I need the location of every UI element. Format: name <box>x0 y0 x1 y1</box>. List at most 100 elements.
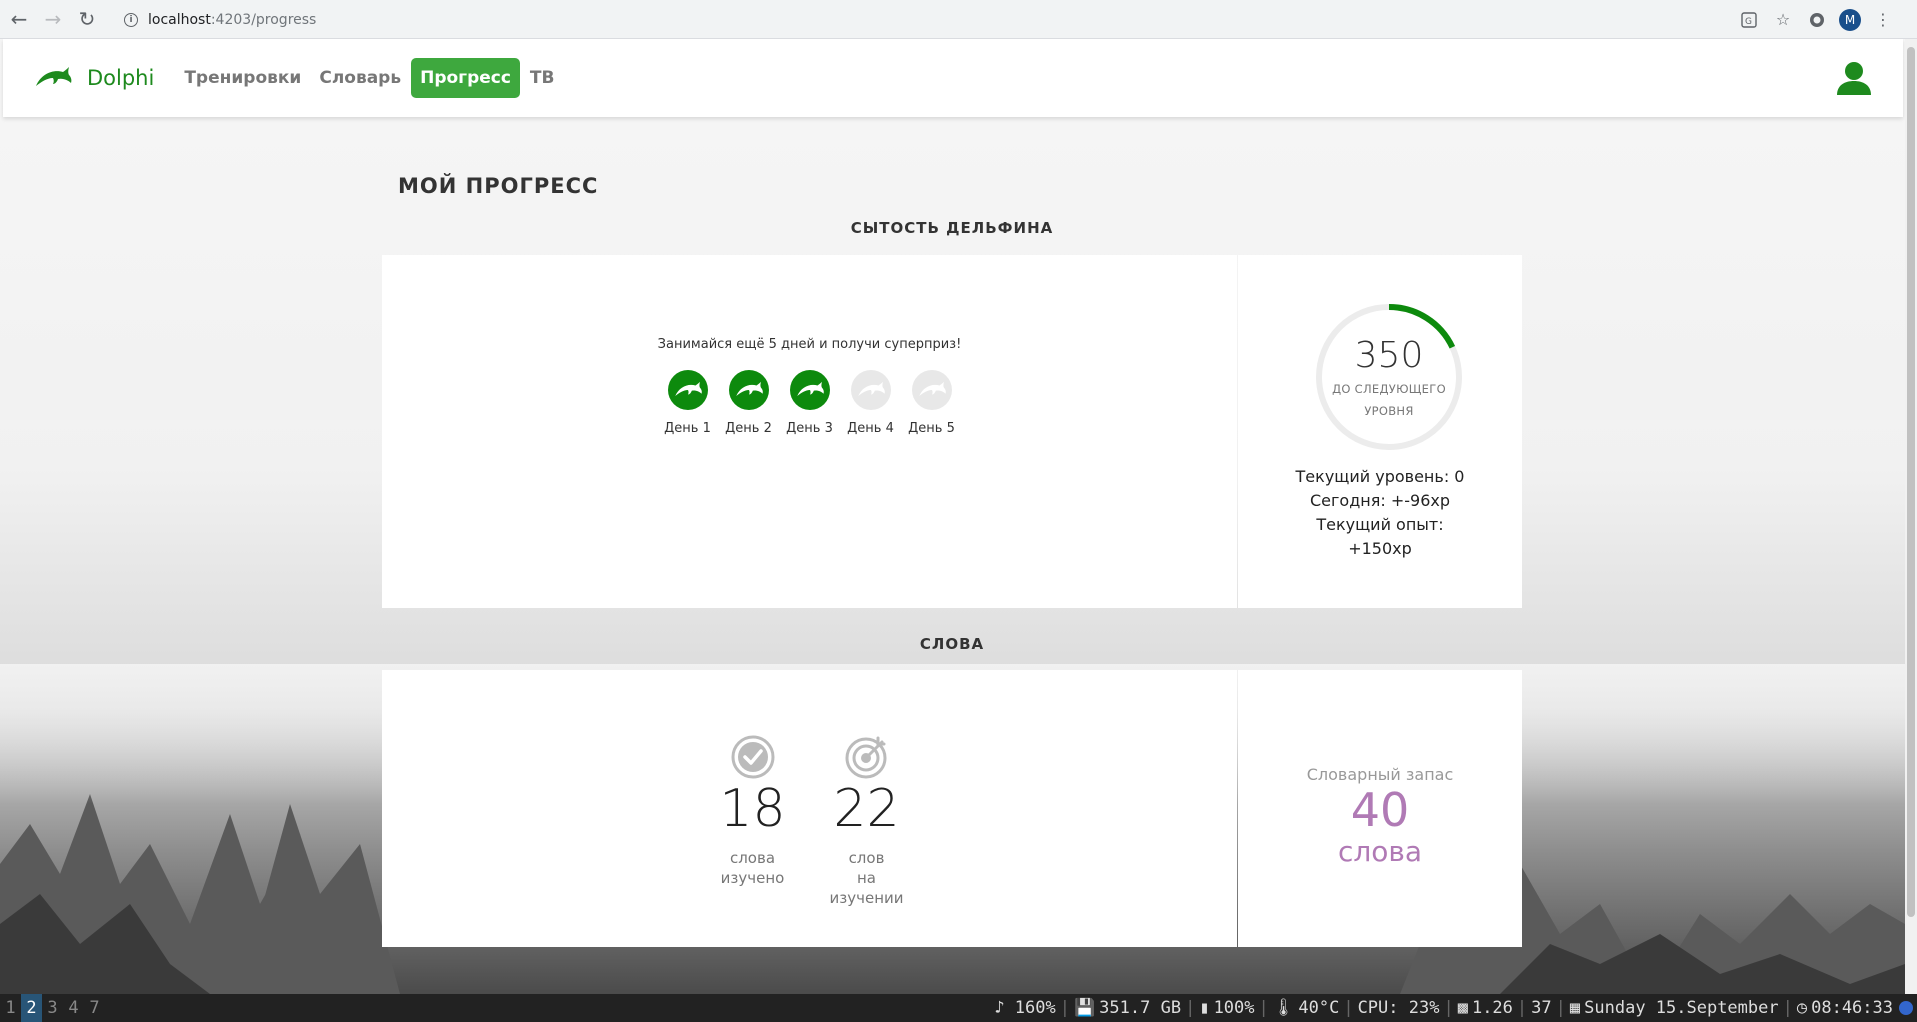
current-level: Текущий уровень: 0 <box>1295 467 1465 486</box>
workspace-button[interactable]: 3 <box>42 994 63 1022</box>
streak-day-label: День 4 <box>847 421 894 436</box>
menu-item-tv[interactable]: ТВ <box>522 58 563 98</box>
date-status: Sunday 15.September <box>1584 998 1779 1018</box>
tray-app-icon[interactable] <box>1899 1001 1913 1015</box>
clock-icon: ◷ <box>1796 998 1808 1018</box>
word-stats-card: 18 слова изучено 22 слов на изучении <box>382 670 1237 947</box>
calendar-icon: ▦ <box>1569 998 1581 1018</box>
system-taskbar: 12347 ♪ 160% | 💾 351.7 GB | ▮ 100% | 🌡 40°C… <box>0 994 1917 1022</box>
streak-day-label: День 1 <box>664 421 711 436</box>
vocabulary-card: Словарный запас 40 слова <box>1238 670 1522 947</box>
url-host: localhost <box>148 11 211 28</box>
menu-item-progress[interactable]: Прогресс <box>411 58 520 98</box>
time-status: 08:46:33 <box>1811 998 1893 1018</box>
dolphin-day-pending-icon <box>911 370 952 410</box>
workspace-switcher: 12347 <box>0 994 105 1022</box>
disk-icon: 💾 <box>1074 998 1096 1018</box>
svg-text:G: G <box>1745 17 1752 27</box>
address-bar[interactable]: i localhost:4203/progress <box>112 4 1752 35</box>
satiety-panel: Занимайся ещё 5 дней и получи суперприз!… <box>382 255 1522 608</box>
words-learning-caption: слов на изучении <box>822 848 912 908</box>
ring-caption-line2: УРОВНЯ <box>1364 403 1414 418</box>
dolphin-logo-icon <box>36 67 72 86</box>
words-learning-caption-line1: слов <box>848 849 885 867</box>
workspace-button[interactable]: 2 <box>21 994 42 1022</box>
words-panel: 18 слова изучено 22 слов на изучении Сло… <box>382 670 1522 947</box>
ring-caption-line1: ДО СЛЕДУЮЩЕГО <box>1332 381 1446 396</box>
level-card: 350 ДО СЛЕДУЮЩЕГО УРОВНЯ Текущий уровень… <box>1238 255 1522 608</box>
dolphin-day-complete-icon <box>667 370 708 410</box>
words-section-title: СЛОВА <box>919 635 985 653</box>
volume-status: ♪ 160% <box>994 998 1056 1018</box>
words-learned-stat: 18 слова изучено <box>708 734 798 908</box>
url-path: :4203/progress <box>210 11 317 28</box>
load-status: 1.26 <box>1471 998 1513 1018</box>
page-viewport: Dolphi Тренировки Словарь Прогресс ТВ МО… <box>0 39 1905 994</box>
streak-day: День 1 <box>664 370 711 436</box>
streak-day-label: День 3 <box>786 421 833 436</box>
level-info: Текущий уровень: 0 Сегодня: +-96xp Текущ… <box>1238 465 1522 561</box>
browser-toolbar: ← → ↻ i localhost:4203/progress G ☆ M ⋮ <box>0 0 1917 39</box>
process-count: 37 <box>1531 998 1552 1018</box>
today-xp: Сегодня: +-96xp <box>1310 491 1450 510</box>
browser-profile-avatar[interactable]: M <box>1839 8 1861 31</box>
streak-day-label: День 2 <box>725 421 772 436</box>
streak-day: День 5 <box>908 370 955 436</box>
thermometer-icon: 🌡 <box>1272 998 1295 1018</box>
vocabulary-count: 40 <box>1350 783 1410 837</box>
more-menu-icon[interactable]: ⋮ <box>1871 8 1895 32</box>
info-icon[interactable]: i <box>124 12 138 27</box>
page-title: МОЙ ПРОГРЕСС <box>398 174 599 198</box>
extension-icon[interactable] <box>1805 8 1829 32</box>
words-learning-count: 22 <box>833 779 900 839</box>
disk-status: 351.7 GB <box>1099 998 1182 1018</box>
streak-day: День 2 <box>725 370 772 436</box>
level-ring: 350 ДО СЛЕДУЮЩЕГО УРОВНЯ <box>1314 302 1464 452</box>
word-stats: 18 слова изучено 22 слов на изучении <box>382 734 1237 908</box>
dolphin-day-complete-icon <box>789 370 830 410</box>
vocabulary-unit: слова <box>1337 835 1423 868</box>
reload-icon[interactable]: ↻ <box>72 4 102 34</box>
brand-name: Dolphi <box>87 66 155 90</box>
main-menu: Тренировки Словарь Прогресс ТВ <box>176 58 562 98</box>
words-learned-caption-line2: изучено <box>720 869 785 887</box>
workspace-button[interactable]: 4 <box>63 994 84 1022</box>
streak-day: День 4 <box>847 370 894 436</box>
words-learning-stat: 22 слов на изучении <box>822 734 912 908</box>
streak-message: Занимайся ещё 5 дней и получи суперприз! <box>657 337 962 352</box>
battery-status: 100% <box>1213 998 1255 1018</box>
workspace-button[interactable]: 1 <box>0 994 21 1022</box>
vocabulary-label: Словарный запас <box>1306 765 1454 784</box>
cpu-status: CPU: 23% <box>1357 998 1440 1018</box>
scrollbar-thumb[interactable] <box>1907 47 1915 917</box>
current-xp-value: +150xp <box>1348 539 1412 558</box>
temperature-status: 40°C <box>1298 998 1340 1018</box>
bookmark-star-icon[interactable]: ☆ <box>1771 8 1795 32</box>
satiety-section-title: СЫТОСТЬ ДЕЛЬФИНА <box>850 219 1054 237</box>
menu-item-trainings[interactable]: Тренировки <box>176 58 309 98</box>
forward-icon[interactable]: → <box>38 4 68 34</box>
battery-icon: ▮ <box>1199 998 1210 1018</box>
menu-item-dictionary[interactable]: Словарь <box>311 58 409 98</box>
dolphin-day-complete-icon <box>728 370 769 410</box>
load-chart-icon: ▩ <box>1457 998 1468 1018</box>
user-profile-icon[interactable] <box>1835 61 1873 95</box>
words-learned-caption-line1: слова <box>729 849 776 867</box>
current-xp-label: Текущий опыт: <box>1316 515 1444 534</box>
target-icon <box>845 736 886 779</box>
app-header: Dolphi Тренировки Словарь Прогресс ТВ <box>3 39 1903 117</box>
points-to-next-level: 350 <box>1354 334 1424 376</box>
checkmark-circle-icon <box>731 735 774 779</box>
dolphin-day-pending-icon <box>850 370 891 410</box>
vocabulary-summary: Словарный запас 40 слова <box>1238 765 1522 868</box>
status-tray: ♪ 160% | 💾 351.7 GB | ▮ 100% | 🌡 40°C | CPU… <box>992 994 1913 1022</box>
workspace-button[interactable]: 7 <box>84 994 105 1022</box>
streak-days: День 1 День 2 День 3 День 4 День 5 <box>382 370 1237 436</box>
words-learned-count: 18 <box>719 779 786 839</box>
back-icon[interactable]: ← <box>4 4 34 34</box>
brand[interactable]: Dolphi <box>33 64 154 92</box>
words-learned-caption: слова изучено <box>721 848 785 888</box>
translate-icon[interactable]: G <box>1737 8 1761 32</box>
streak-day: День 3 <box>786 370 833 436</box>
page-scrollbar[interactable] <box>1905 39 1917 994</box>
